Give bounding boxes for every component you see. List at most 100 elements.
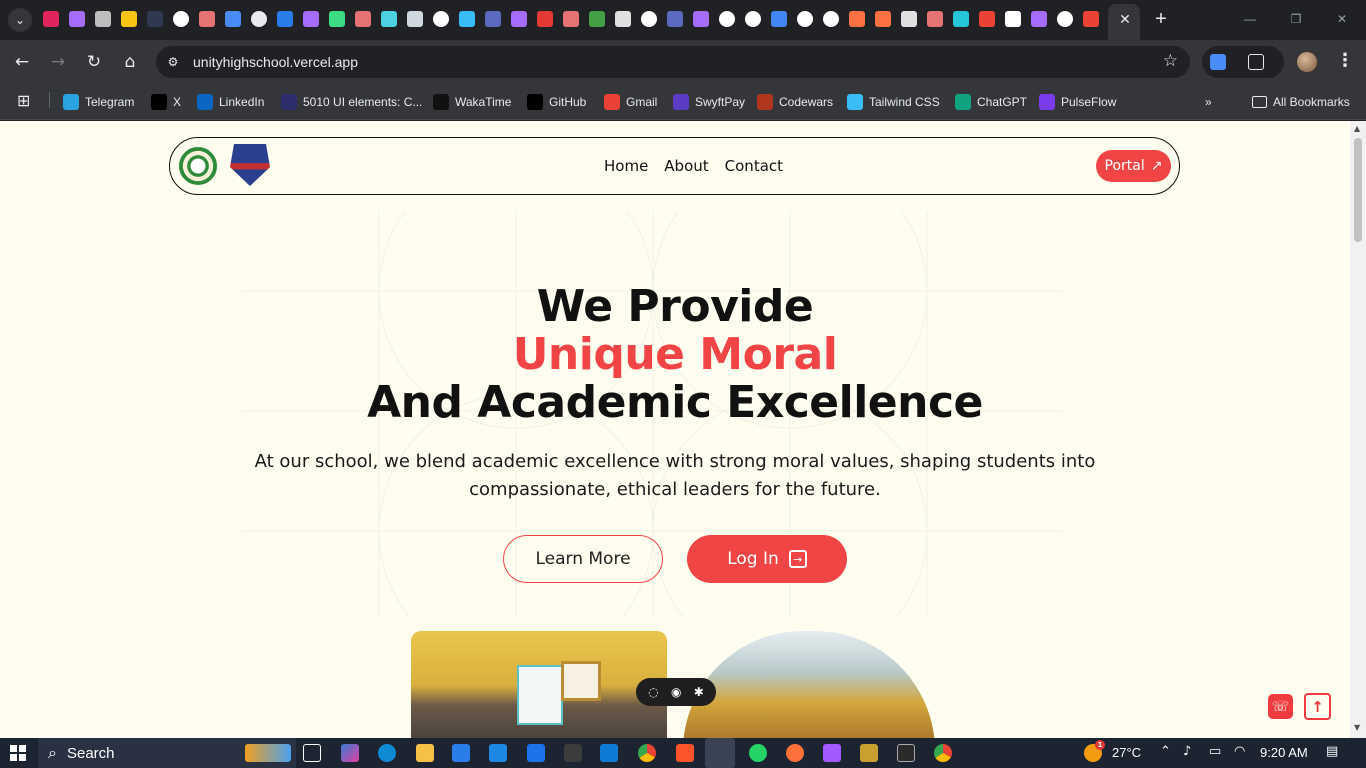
seal-icon[interactable] [95,11,111,27]
new-tab-button[interactable]: + [1151,8,1171,30]
google-icon[interactable] [745,11,761,27]
google-icon[interactable] [823,11,839,27]
github-icon[interactable] [433,11,449,27]
code-icon[interactable] [329,11,345,27]
brave-icon[interactable] [676,744,694,762]
close-tab-icon[interactable]: ✕ [1117,11,1133,27]
mail-icon[interactable] [489,744,507,762]
react-icon[interactable] [43,11,59,27]
bookmark-star-icon[interactable]: ☆ [1163,51,1178,71]
tailwind-icon[interactable] [459,11,475,27]
gemini-icon[interactable] [225,11,241,27]
log-in-button[interactable]: Log In → [687,535,847,583]
chart-icon[interactable] [381,11,397,27]
whatsapp-icon[interactable]: ☏ [1268,694,1293,719]
avatar[interactable] [1297,52,1317,72]
whatsapp-taskbar-icon[interactable] [749,744,767,762]
scroll-down-icon[interactable]: ▼ [1354,723,1360,732]
scroll-to-top-icon[interactable]: ↑ [1304,693,1331,720]
app-icon[interactable] [199,11,215,27]
page-scrollbar[interactable]: ▲ ▼ [1350,121,1366,738]
google-icon[interactable] [1057,11,1073,27]
firefox-icon[interactable] [786,744,804,762]
gmail-icon[interactable] [979,11,995,27]
reload-icon[interactable]: ↻ [83,51,105,73]
github-icon[interactable] [173,11,189,27]
nav-about-link[interactable]: About [664,157,708,175]
nav-contact-link[interactable]: Contact [725,157,783,175]
bookmark-tailwind[interactable]: Tailwind CSS [847,91,940,113]
bookmark-chatgpt[interactable]: ChatGPT [955,91,1027,113]
temperature-text[interactable]: 27°C [1112,745,1141,760]
vscode-icon[interactable] [600,744,618,762]
chat-icon[interactable]: ◌ [648,685,658,699]
task-view-icon[interactable] [303,744,321,762]
url-text[interactable]: unityhighschool.vercel.app [193,54,358,70]
all-bookmarks-button[interactable]: All Bookmarks [1252,91,1350,113]
figma-icon[interactable] [823,744,841,762]
menu-kebab-icon[interactable]: ⋮ [1336,50,1354,71]
minimize-icon[interactable]: — [1241,10,1259,28]
app-icon[interactable] [860,744,878,762]
apps-grid-icon[interactable]: ⊞ [17,91,35,110]
learn-more-button[interactable]: Learn More [503,535,663,583]
volume-icon[interactable]: ♪ [1183,744,1191,759]
bookmark-linkedin[interactable]: LinkedIn [197,91,264,113]
copilot-icon[interactable] [341,744,359,762]
puzzle-icon[interactable] [1248,54,1264,70]
n-icon[interactable] [537,11,553,27]
chatgpt-icon[interactable] [251,11,267,27]
active-app-icon[interactable] [705,738,735,768]
wifi-icon[interactable]: ◠ [1234,744,1245,759]
bookmark-telegram[interactable]: Telegram [63,91,134,113]
github-icon[interactable] [641,11,657,27]
stack-icon[interactable] [485,11,501,27]
eye-icon[interactable]: ◉ [671,685,681,699]
doc-icon[interactable] [901,11,917,27]
restore-icon[interactable]: ❐ [1287,10,1305,28]
back-icon[interactable]: ← [11,51,33,73]
vite-icon[interactable] [303,11,319,27]
scroll-thumb[interactable] [1354,138,1362,242]
doc-icon[interactable] [615,11,631,27]
file-explorer-icon[interactable] [416,744,434,762]
app-icon[interactable] [355,11,371,27]
chrome-icon[interactable] [934,744,952,762]
portal-button[interactable]: Portal ↗ [1096,150,1171,182]
nav-home-link[interactable]: Home [604,157,648,175]
map-icon[interactable] [589,11,605,27]
accessibility-toolbar[interactable]: ◌ ◉ ✱ [636,678,716,706]
tray-chevron-icon[interactable]: ⌃ [1160,744,1171,759]
vite-icon[interactable] [1031,11,1047,27]
store-icon[interactable] [452,744,470,762]
chrome-icon[interactable] [638,744,656,762]
bookmark-pulseflow[interactable]: PulseFlow [1039,91,1116,113]
triangle-icon[interactable] [1005,11,1021,27]
battery-icon[interactable]: ▭ [1209,744,1221,759]
browser-icon[interactable] [277,11,293,27]
scroll-up-icon[interactable]: ▲ [1354,124,1360,133]
helmet-icon[interactable] [875,11,891,27]
gmail-icon[interactable] [1083,11,1099,27]
google-icon[interactable] [719,11,735,27]
bookmark-github[interactable]: GitHub [527,91,586,113]
home-icon[interactable]: ⌂ [119,51,141,73]
site-info-icon[interactable]: ⚙ [164,53,182,71]
notifications-icon[interactable]: ▤ [1326,744,1338,759]
app-icon[interactable] [563,11,579,27]
bookmark-codewars[interactable]: Codewars [757,91,833,113]
app-icon[interactable] [927,11,943,27]
bookmark-swyftpay[interactable]: SwyftPay [673,91,745,113]
google-icon[interactable] [797,11,813,27]
edge-icon[interactable] [378,744,396,762]
accessibility-icon[interactable]: ✱ [694,685,704,699]
windows-start-icon[interactable] [10,745,26,761]
vite-icon[interactable] [69,11,85,27]
state-seal-logo[interactable] [179,147,217,185]
circle-icon[interactable] [953,11,969,27]
address-bar[interactable]: ⚙ unityhighschool.vercel.app ☆ [156,46,1190,78]
app-icon[interactable] [527,744,545,762]
terminal-icon[interactable] [897,744,915,762]
more-bookmarks-icon[interactable]: » [1205,91,1212,113]
vite-icon[interactable] [511,11,527,27]
